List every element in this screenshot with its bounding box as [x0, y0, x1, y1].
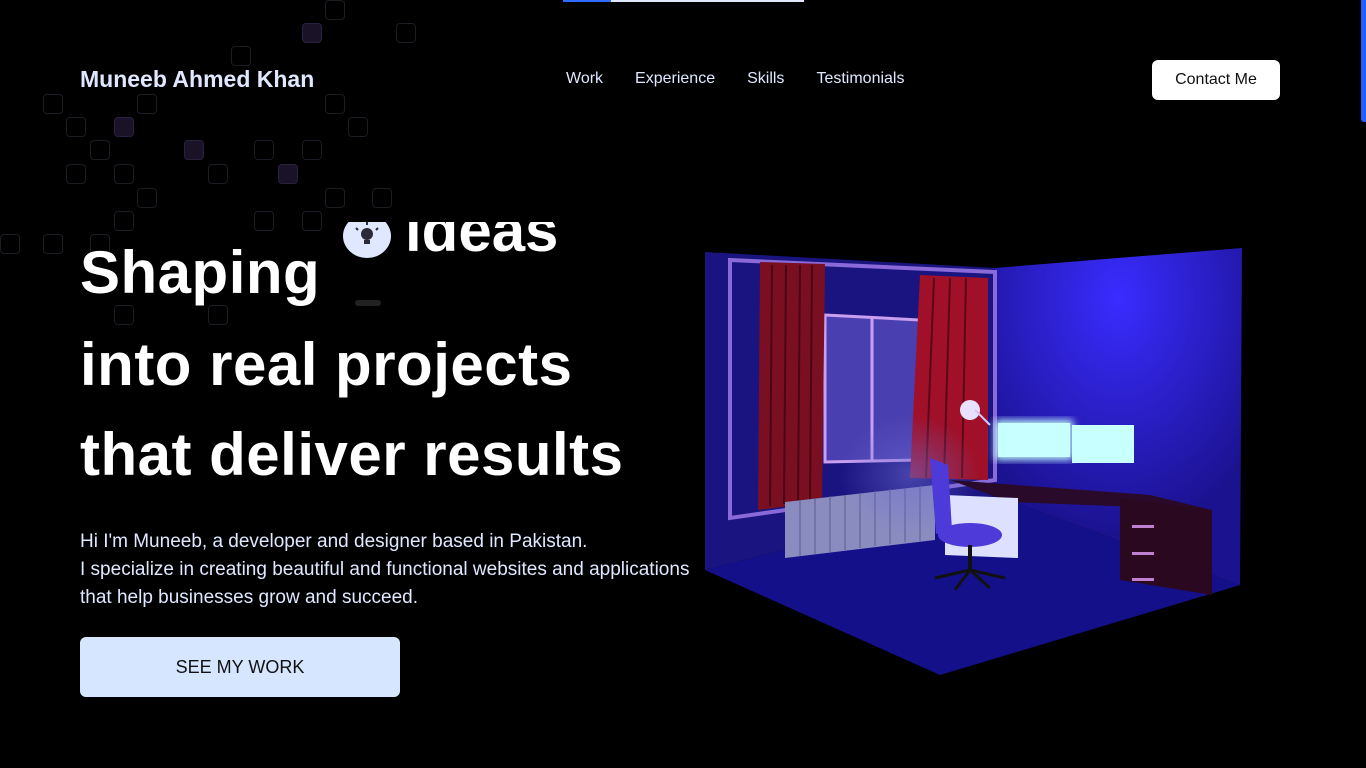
grid-square: [66, 117, 86, 137]
rotating-word: ideas: [405, 222, 559, 262]
grid-square: [302, 140, 322, 160]
monitor-right: [1072, 425, 1134, 463]
grid-square: [114, 164, 134, 184]
headline-line3: that deliver results: [80, 421, 624, 488]
grid-square: [254, 211, 274, 231]
intro-line: I specialize in creating beautiful and f…: [80, 559, 690, 580]
nav-experience[interactable]: Experience: [635, 70, 715, 88]
grid-square: [43, 234, 63, 254]
rotating-word-slot: ideas: [343, 222, 573, 262]
desk-lamp: [960, 400, 980, 420]
grid-square: [231, 46, 251, 66]
grid-square: [184, 140, 204, 160]
grid-square: [114, 211, 134, 231]
intro-line: Hi I'm Muneeb, a developer and designer …: [80, 531, 588, 552]
headline-line1: Shaping: [80, 239, 321, 306]
room-illustration: [705, 248, 1242, 675]
grid-square: [137, 188, 157, 208]
grid-square: [372, 188, 392, 208]
grid-square: [90, 140, 110, 160]
lightbulb-icon: [343, 222, 391, 258]
grid-square: [325, 188, 345, 208]
grid-square: [208, 164, 228, 184]
grid-square: [114, 305, 134, 325]
grid-square: [325, 94, 345, 114]
brand-name[interactable]: Muneeb Ahmed Khan: [80, 66, 314, 93]
grid-square: [396, 23, 416, 43]
curtain-left: [758, 262, 825, 510]
grid-square: [325, 0, 345, 20]
progress-fill: [563, 0, 611, 2]
top-progress-bar: [563, 0, 804, 2]
contact-button[interactable]: Contact Me: [1152, 60, 1280, 100]
grid-square: [66, 164, 86, 184]
grid-square: [0, 234, 20, 254]
nav-skills[interactable]: Skills: [747, 70, 784, 88]
grid-square: [208, 305, 228, 325]
headline-line2: into real projects: [80, 331, 573, 398]
see-my-work-button[interactable]: SEE MY WORK: [80, 637, 400, 697]
intro-line: that help businesses grow and succeed.: [80, 587, 418, 608]
grid-square: [302, 23, 322, 43]
grid-square: [43, 94, 63, 114]
grid-square: [348, 117, 368, 137]
grid-square: [302, 211, 322, 231]
nav-testimonials[interactable]: Testimonials: [816, 70, 904, 88]
monitor-left: [998, 423, 1070, 457]
hero-intro: Hi I'm Muneeb, a developer and designer …: [80, 528, 689, 612]
chair-seat: [938, 523, 1002, 547]
grid-square: [137, 94, 157, 114]
nav-work[interactable]: Work: [566, 70, 603, 88]
rotating-word-next: [355, 300, 381, 306]
grid-square: [114, 117, 134, 137]
main-nav: Work Experience Skills Testimonials: [566, 70, 904, 88]
grid-square: [254, 140, 274, 160]
scrollbar-thumb[interactable]: [1361, 0, 1366, 122]
grid-square: [278, 164, 298, 184]
